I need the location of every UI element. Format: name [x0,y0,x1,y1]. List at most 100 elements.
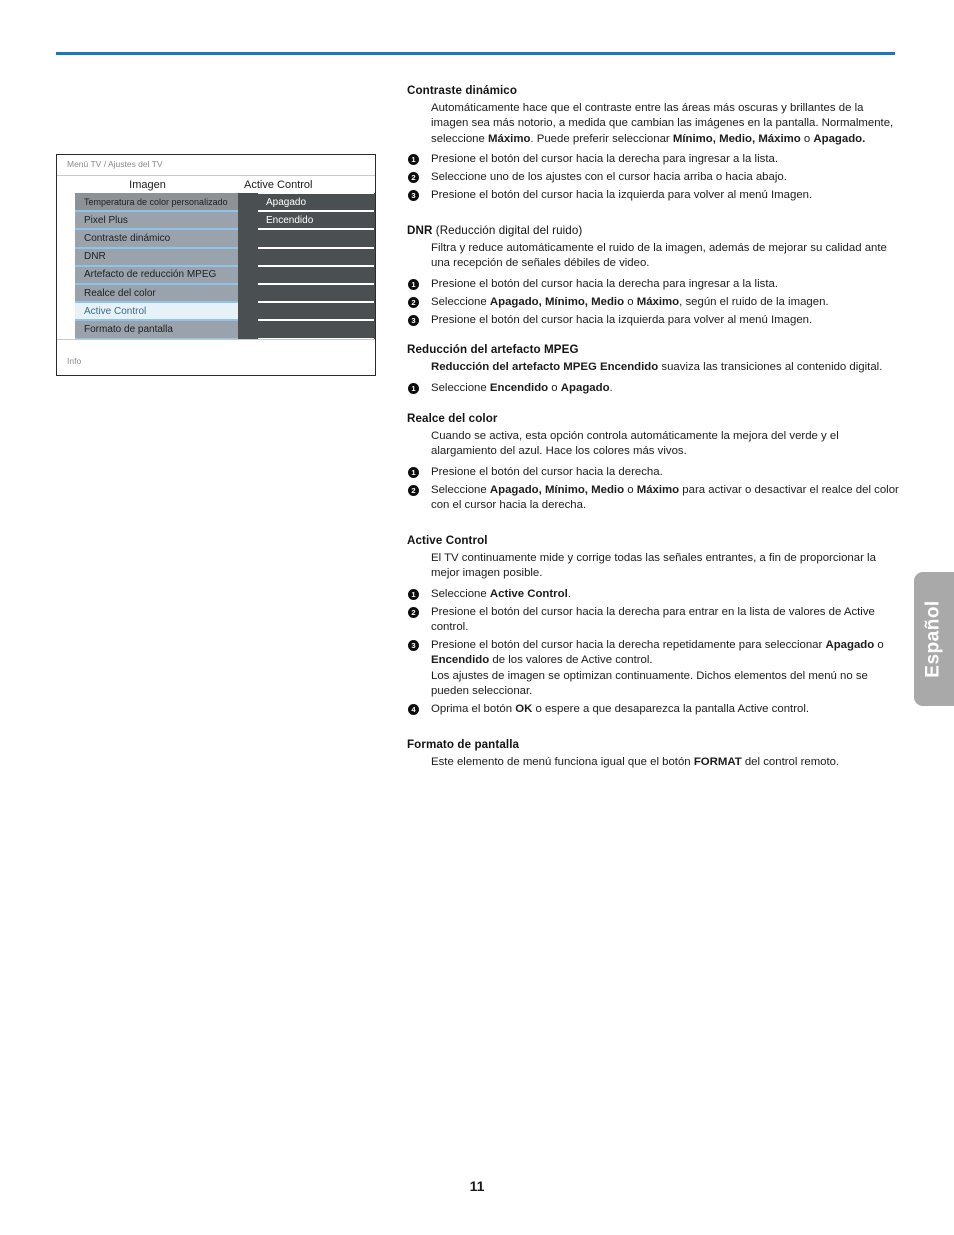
heading-bold: DNR [407,223,433,237]
step-text: o [874,638,884,651]
instructions-column: Contraste dinámico Automáticamente hace … [407,84,899,775]
step-number: 1 [408,588,419,600]
step-number: 3 [408,314,419,326]
tv-menu-item[interactable]: Realce del color [75,283,238,303]
section-body: El TV continuamente mide y corrige todas… [431,551,876,580]
body-text: Este elemento de menú funciona igual que… [431,755,694,768]
tv-menu-header-left: Imagen [129,178,166,191]
tv-menu-header-row: Imagen Active Control [57,175,375,193]
step-item: 3 Presione el botón del cursor hacia la i… [407,188,899,203]
section-heading: DNR (Reducción digital del ruido) [407,224,899,237]
section-heading: Realce del color [407,411,498,425]
step-text: Presione el botón del cursor hacia la de… [431,638,826,651]
section-body: Cuando se activa, esta opción controla a… [431,429,839,458]
step-text: . [609,381,613,394]
step-number: 3 [408,639,419,651]
step-text: Presione el botón del cursor hacia la iz… [431,189,813,202]
step-text: Seleccione uno de los ajustes con el cur… [431,171,787,184]
step-list: 1 Seleccione Active Control. 2 Presione el… [407,587,899,718]
tv-menu-value[interactable] [258,302,374,321]
step-text: Presione el botón del cursor hacia la de… [431,153,778,166]
tv-menu-value[interactable] [258,265,374,284]
step-bold: Encendido [431,654,490,667]
body-bold: Mínimo, Medio, Máximo [672,132,801,145]
tv-menu-breadcrumb: Menú TV / Ajustes del TV [67,159,163,169]
step-item: 1 Seleccione Active Control. [407,587,899,602]
step-item: 2 Seleccione uno de los ajustes con el cu… [407,170,899,185]
section-body: Este elemento de menú funciona igual que… [407,755,899,770]
tv-menu-value[interactable] [258,247,374,266]
section-realce-del-color: Realce del color Cuando se activa, esta … [407,412,899,514]
tv-menu-value[interactable]: Encendido [258,211,374,230]
step-text: Seleccione [431,587,490,600]
step-item: 1 Presione el botón del cursor hacia la d… [407,465,899,480]
section-body: Automáticamente hace que el contraste en… [407,101,899,147]
step-number: 1 [408,278,419,290]
tv-menu-header-right: Active Control [244,178,313,191]
step-text: . [567,587,571,600]
step-number: 3 [408,190,419,202]
tv-menu-item[interactable]: Temperatura de color personalizado [75,193,238,212]
tv-menu-value[interactable] [258,229,374,248]
step-item: 1 Seleccione Encendido o Apagado. [407,381,899,396]
page-number: 11 [469,1178,485,1194]
step-bold: Apagado [825,638,875,651]
header-rule [56,52,895,55]
step-item: 2 Seleccione Apagado, Mínimo, Medio o Máx… [407,295,899,310]
step-bold: Máximo [636,483,680,496]
body-text: suaviza las transiciones al contenido di… [658,361,883,374]
step-item: 3 Presione el botón del cursor hacia la d… [407,638,899,700]
step-item: 3 Presione el botón del cursor hacia la i… [407,313,899,328]
tv-menu-value[interactable] [258,283,374,303]
step-text: Presione el botón del cursor hacia la de… [431,465,663,478]
body-text: o [800,132,814,145]
step-item: 2 Seleccione Apagado, Mínimo, Medio o Máx… [407,483,899,514]
body-bold: Reducción del artefacto MPEG Encendido [431,361,659,374]
step-text: Oprima el botón [431,702,516,715]
tv-menu-value[interactable]: Apagado [258,193,374,212]
step-bold: Encendido [489,381,549,394]
tv-menu-item[interactable]: Pixel Plus [75,211,238,230]
step-list: 1 Presione el botón del cursor hacia la d… [407,152,899,203]
tv-menu-item-selected[interactable]: Active Control [75,302,238,321]
step-bold: Apagado [560,381,610,394]
section-contraste-dinamico: Contraste dinámico Automáticamente hace … [407,84,899,203]
step-text: , según el ruido de la imagen. [679,295,829,308]
step-extra-text: Los ajustes de imagen se optimizan conti… [431,669,868,698]
tv-menu-left-list: Temperatura de color personalizado Pixel… [75,193,238,339]
tv-menu-item[interactable]: Contraste dinámico [75,229,238,248]
step-text: Seleccione [431,483,490,496]
step-text: o [548,381,561,394]
body-bold: FORMAT [693,755,742,768]
step-bold: Active Control [489,587,568,600]
step-text: o [624,295,637,308]
step-number: 1 [408,382,419,394]
tv-menu-divider [238,193,257,339]
step-bold: Apagado, Mínimo, Medio [489,295,625,308]
tv-menu-right-list: Apagado Encendido [257,193,375,339]
tv-menu-value[interactable] [258,320,374,339]
step-number: 2 [408,296,419,308]
step-text: Seleccione [431,381,490,394]
step-number: 4 [408,703,419,715]
language-tab-label: Español [923,600,944,678]
step-item: 2 Presione el botón del cursor hacia la d… [407,605,899,636]
step-text: Presione el botón del cursor hacia la iz… [431,313,813,326]
section-body: Filtra y reduce automáticamente el ruido… [431,241,887,270]
section-heading: Formato de pantalla [407,737,520,751]
tv-menu-item[interactable]: Artefacto de reducción MPEG [75,265,238,284]
step-list: 1 Seleccione Encendido o Apagado. [407,381,899,396]
step-text: Presione el botón del cursor hacia la de… [431,605,875,633]
step-number: 1 [408,154,419,166]
step-text: Seleccione [431,295,490,308]
step-text: o [624,483,637,496]
body-text: del control remoto. [741,755,840,768]
tv-menu-item[interactable]: DNR [75,247,238,266]
section-dnr: DNR (Reducción digital del ruido) Filtra… [407,224,899,328]
tv-menu-item[interactable]: Formato de pantalla [75,320,238,339]
step-item: 4 Oprima el botón OK o espere a que desap… [407,702,899,717]
step-item: 1 Presione el botón del cursor hacia la d… [407,277,899,292]
step-bold: OK [515,702,533,715]
